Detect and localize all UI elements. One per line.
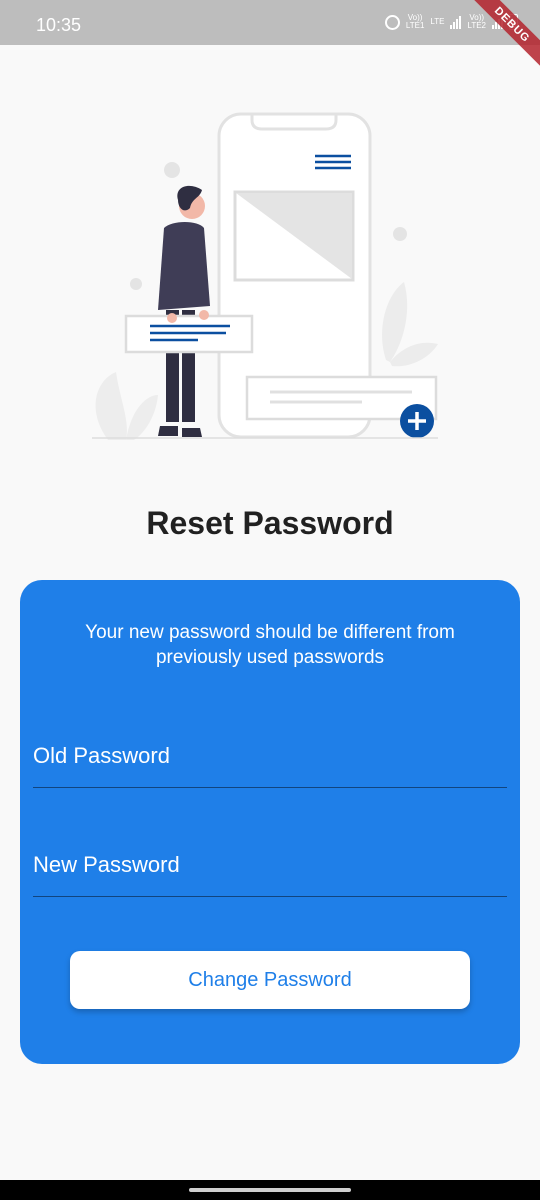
- old-password-input[interactable]: [33, 743, 507, 769]
- sim2-label-bottom: LTE2: [467, 21, 486, 30]
- status-bar: 10:35 Vo)) LTE1 LTE Vo)) LTE2: [0, 0, 540, 45]
- form-subtitle: Your new password should be different fr…: [85, 622, 455, 668]
- page-title: Reset Password: [146, 505, 394, 541]
- new-password-field[interactable]: [33, 837, 507, 897]
- change-password-button[interactable]: Change Password: [70, 951, 470, 1009]
- alarm-icon: [384, 14, 400, 30]
- reset-password-illustration: [92, 112, 438, 440]
- new-password-input[interactable]: [33, 852, 507, 878]
- lte-label: LTE: [430, 17, 445, 26]
- status-time: 10:35: [36, 15, 82, 35]
- reset-password-card: Your new password should be different fr…: [20, 580, 520, 1064]
- sim1-label-bottom: LTE1: [405, 21, 425, 30]
- navigation-bar: [0, 1180, 540, 1200]
- old-password-field[interactable]: [33, 728, 507, 788]
- sim2-indicator: Vo)) LTE2: [467, 14, 486, 30]
- sim1-indicator: Vo)) LTE1: [406, 14, 425, 30]
- signal-icon: [450, 15, 462, 29]
- home-gesture-handle[interactable]: [189, 1188, 351, 1192]
